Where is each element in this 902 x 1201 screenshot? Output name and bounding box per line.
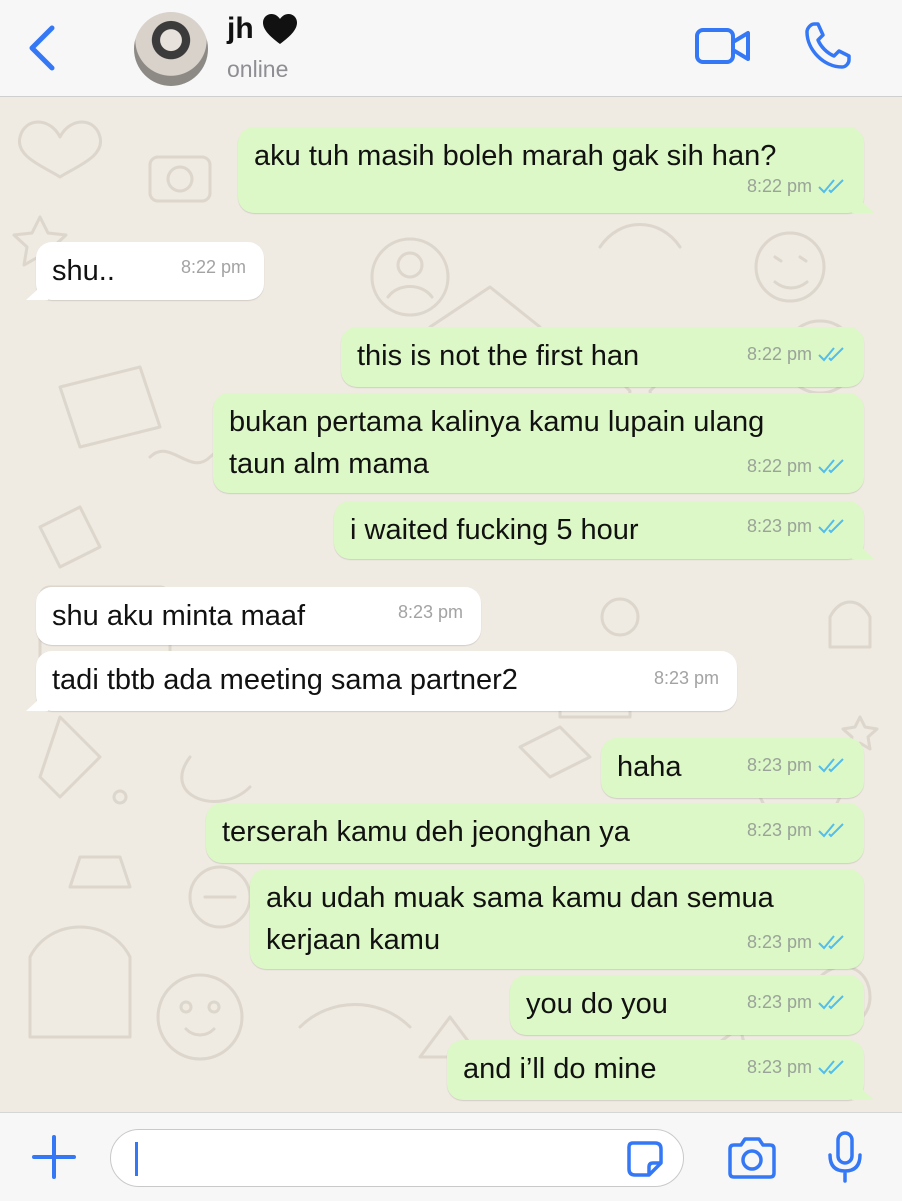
video-call-icon[interactable] — [694, 24, 752, 68]
contact-name-text: jh — [227, 12, 254, 45]
message-meta: 8:22 pm — [747, 165, 846, 207]
message-time: 8:23 pm — [746, 992, 812, 1012]
double-check-read-icon — [818, 823, 844, 838]
text-caret — [135, 1142, 138, 1176]
message-meta: 8:23 pm — [747, 981, 846, 1023]
double-check-read-icon — [818, 519, 844, 534]
black-heart-icon — [262, 14, 297, 44]
message-meta: 8:23 pm — [747, 505, 846, 547]
message-meta: 8:22 pm — [181, 246, 246, 288]
double-check-read-icon — [818, 459, 844, 474]
message-bubble-incoming[interactable]: shu.. 8:22 pm — [36, 242, 264, 300]
message-bubble-outgoing[interactable]: this is not the first han 8:22 pm — [341, 327, 864, 387]
message-bubble-outgoing[interactable]: terserah kamu deh jeonghan ya 8:23 pm — [206, 803, 864, 863]
message-bubble-outgoing[interactable]: aku udah muak sama kamu dan semua kerjaa… — [250, 869, 864, 969]
message-meta: 8:23 pm — [747, 1046, 846, 1088]
message-meta: 8:23 pm — [747, 744, 846, 786]
contact-name[interactable]: jh — [227, 12, 298, 46]
double-check-read-icon — [818, 347, 844, 362]
message-bubble-outgoing[interactable]: and i’ll do mine 8:23 pm — [447, 1040, 864, 1100]
double-check-read-icon — [818, 758, 844, 773]
message-composer — [0, 1112, 902, 1201]
message-bubble-incoming[interactable]: shu aku minta maaf 8:23 pm — [36, 587, 481, 645]
message-meta: 8:23 pm — [398, 591, 463, 633]
message-bubble-outgoing[interactable]: i waited fucking 5 hour 8:23 pm — [334, 501, 864, 559]
message-bubble-outgoing[interactable]: aku tuh masih boleh marah gak sih han? 8… — [238, 127, 864, 213]
message-time: 8:23 pm — [746, 1057, 812, 1077]
message-time: 8:23 pm — [653, 668, 719, 688]
plus-icon[interactable] — [30, 1133, 78, 1181]
double-check-read-icon — [818, 935, 844, 950]
message-bubble-outgoing[interactable]: haha 8:23 pm — [601, 738, 864, 798]
message-meta: 8:23 pm — [747, 921, 846, 963]
sticker-icon[interactable] — [625, 1139, 665, 1179]
message-time: 8:22 pm — [746, 176, 812, 196]
chat-area[interactable]: aku tuh masih boleh marah gak sih han? 8… — [0, 97, 902, 1112]
message-time: 8:22 pm — [746, 344, 812, 364]
message-bubble-outgoing[interactable]: bukan pertama kalinya kamu lupain ulang … — [213, 393, 864, 493]
contact-status: online — [227, 56, 289, 82]
message-time: 8:22 pm — [180, 257, 246, 277]
microphone-icon[interactable] — [826, 1131, 864, 1185]
message-bubble-outgoing[interactable]: you do you 8:23 pm — [510, 975, 864, 1035]
message-time: 8:23 pm — [397, 602, 463, 622]
message-meta: 8:22 pm — [747, 445, 846, 487]
message-text: tadi tbtb ada meeting sama partner2 — [52, 664, 518, 696]
camera-icon[interactable] — [726, 1135, 778, 1181]
message-time: 8:23 pm — [746, 820, 812, 840]
message-input[interactable] — [110, 1129, 684, 1187]
message-time: 8:22 pm — [746, 456, 812, 476]
double-check-read-icon — [818, 995, 844, 1010]
message-meta: 8:23 pm — [747, 809, 846, 851]
message-meta: 8:23 pm — [654, 657, 719, 699]
message-time: 8:23 pm — [746, 516, 812, 536]
phone-call-icon[interactable] — [802, 20, 852, 72]
double-check-read-icon — [818, 1060, 844, 1075]
message-bubble-incoming[interactable]: tadi tbtb ada meeting sama partner2 8:23… — [36, 651, 737, 711]
double-check-read-icon — [818, 179, 844, 194]
chevron-left-icon[interactable] — [22, 22, 62, 74]
message-time: 8:23 pm — [746, 755, 812, 775]
message-meta: 8:22 pm — [747, 333, 846, 375]
avatar[interactable] — [134, 12, 208, 86]
message-time: 8:23 pm — [746, 932, 812, 952]
chat-header: jh online — [0, 0, 902, 97]
